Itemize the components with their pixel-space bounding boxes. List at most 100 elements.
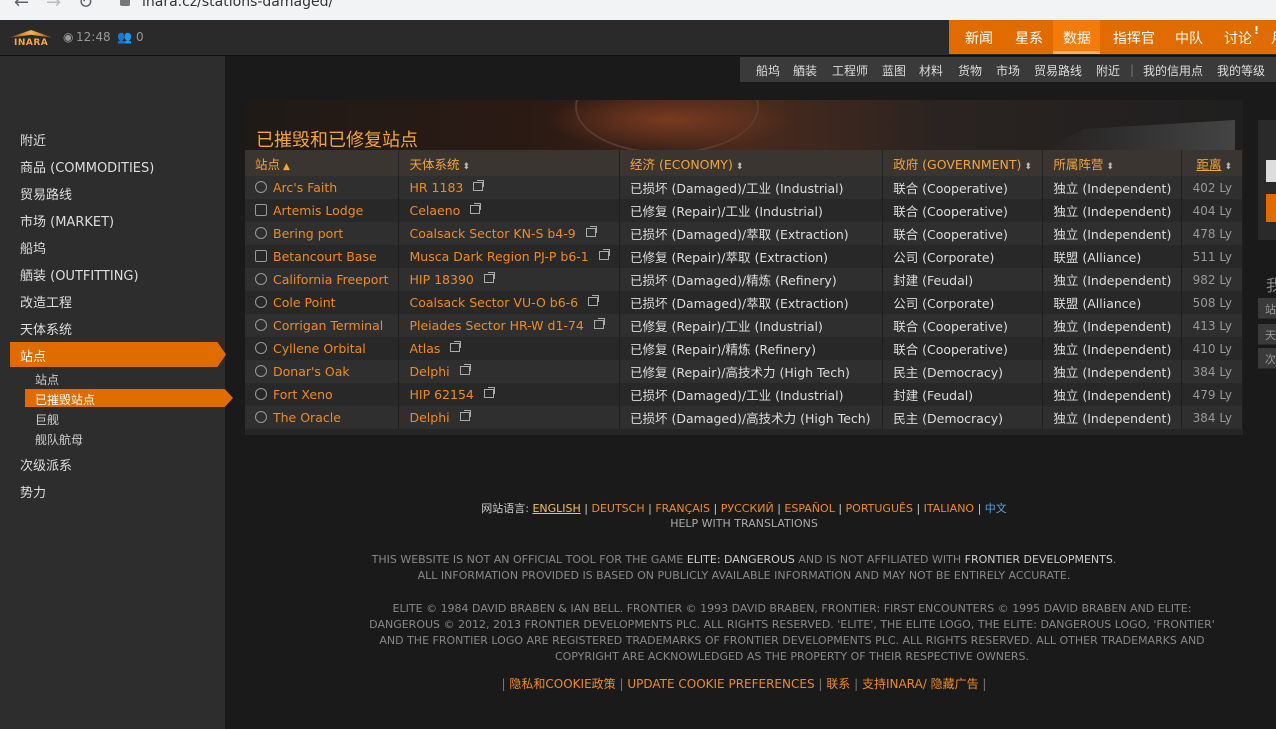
- right-search-input[interactable]: [1266, 160, 1276, 182]
- col-header-faction[interactable]: 所属阵营 ⬍: [1042, 150, 1183, 176]
- link-support[interactable]: 支持INARA/ 隐藏广告: [862, 677, 979, 691]
- lang-english[interactable]: ENGLISH: [532, 502, 580, 515]
- nav-cutoff[interactable]: 月: [1271, 28, 1276, 48]
- sidebar-item-trade-routes[interactable]: 贸易路线: [20, 184, 72, 203]
- system-link[interactable]: Coalsack Sector KN-S b4-9: [409, 226, 575, 241]
- sidebar-item-outfitting[interactable]: 舾装 (OUTFITTING): [20, 265, 139, 284]
- col-header-government[interactable]: 政府 (GOVERNMENT) ⬍: [882, 150, 1044, 176]
- external-link-icon[interactable]: [588, 295, 600, 306]
- sidebar-item-powers[interactable]: 势力: [20, 482, 46, 501]
- station-link[interactable]: Cole Point: [273, 295, 336, 310]
- cell-system[interactable]: HR 1183: [398, 176, 621, 199]
- cell-station[interactable]: Cole Point: [245, 291, 400, 314]
- station-link[interactable]: Fort Xeno: [273, 387, 333, 402]
- lang-deutsch[interactable]: DEUTSCH: [591, 502, 644, 515]
- sidebar-item-nearby[interactable]: 附近: [20, 130, 46, 149]
- station-link[interactable]: Bering port: [273, 226, 343, 241]
- subnav-blueprints[interactable]: 蓝图: [882, 62, 906, 79]
- cell-system[interactable]: Musca Dark Region PJ-P b6-1: [398, 245, 621, 268]
- external-link-icon[interactable]: [585, 226, 597, 237]
- back-icon[interactable]: ←: [14, 0, 29, 13]
- cell-system[interactable]: HIP 62154: [398, 383, 621, 406]
- cell-station[interactable]: Bering port: [245, 222, 400, 245]
- sidebar-item-stations[interactable]: 站点: [20, 346, 46, 365]
- lang-italiano[interactable]: ITALIANO: [924, 502, 974, 515]
- right-search-button[interactable]: [1266, 194, 1276, 222]
- right-small-item[interactable]: 天: [1258, 324, 1276, 345]
- external-link-icon[interactable]: [459, 364, 471, 375]
- col-header-station[interactable]: 站点 ▲: [245, 150, 400, 176]
- sidebar-item-minor-factions[interactable]: 次级派系: [20, 455, 72, 474]
- sidebar-item-systems[interactable]: 天体系统: [20, 319, 72, 338]
- system-link[interactable]: HIP 18390: [409, 272, 473, 287]
- nav-squadron[interactable]: 中队: [1175, 28, 1203, 48]
- subnav-nearby[interactable]: 附近: [1096, 62, 1120, 79]
- lang-espanol[interactable]: ESPAÑOL: [784, 502, 834, 515]
- subnav-trade-routes[interactable]: 贸易路线: [1034, 62, 1082, 79]
- sidebar-item-commodities[interactable]: 商品 (COMMODITIES): [20, 157, 154, 176]
- sidebar-item-engineering[interactable]: 改造工程: [20, 292, 72, 311]
- cell-station[interactable]: Fort Xeno: [245, 383, 400, 406]
- external-link-icon[interactable]: [483, 272, 495, 283]
- sidebar-subitem-destroyed-stations[interactable]: 已摧毁站点: [35, 391, 95, 408]
- lang-portugues[interactable]: PORTUGUÊS: [846, 502, 913, 515]
- link-contact[interactable]: 联系: [826, 677, 850, 691]
- system-link[interactable]: Delphi: [409, 410, 449, 425]
- system-link[interactable]: Atlas: [409, 341, 440, 356]
- lang-russian[interactable]: РУССКИЙ: [721, 502, 774, 515]
- nav-data[interactable]: 数据: [1063, 28, 1091, 48]
- cell-system[interactable]: Delphi: [398, 406, 621, 429]
- subnav-shipyard[interactable]: 船坞: [756, 62, 780, 79]
- link-cookie-prefs[interactable]: UPDATE COOKIE PREFERENCES: [627, 677, 814, 691]
- cell-system[interactable]: HIP 18390: [398, 268, 621, 291]
- station-link[interactable]: Artemis Lodge: [273, 203, 363, 218]
- station-link[interactable]: California Freeport: [273, 272, 388, 287]
- lang-francais[interactable]: FRANÇAIS: [655, 502, 710, 515]
- forward-icon[interactable]: →: [46, 0, 61, 13]
- external-link-icon[interactable]: [470, 203, 482, 214]
- system-link[interactable]: HR 1183: [409, 180, 463, 195]
- subnav-my-credits[interactable]: 我的信用点: [1143, 62, 1203, 79]
- cell-system[interactable]: Coalsack Sector VU-O b6-6: [398, 291, 621, 314]
- sidebar-subitem-stations[interactable]: 站点: [35, 371, 59, 388]
- sidebar-subitem-fleet-carriers[interactable]: 舰队航母: [35, 431, 83, 448]
- cell-system[interactable]: Atlas: [398, 337, 621, 360]
- station-link[interactable]: Betancourt Base: [273, 249, 377, 264]
- subnav-materials[interactable]: 材料: [919, 62, 943, 79]
- station-link[interactable]: Arc's Faith: [273, 180, 337, 195]
- right-small-item[interactable]: 站: [1258, 298, 1276, 319]
- external-link-icon[interactable]: [593, 318, 605, 329]
- cell-station[interactable]: Artemis Lodge: [245, 199, 400, 222]
- system-link[interactable]: Delphi: [409, 364, 449, 379]
- cell-station[interactable]: Betancourt Base: [245, 245, 400, 268]
- cell-station[interactable]: Donar's Oak: [245, 360, 400, 383]
- cell-station[interactable]: The Oracle: [245, 406, 400, 429]
- cell-station[interactable]: Arc's Faith: [245, 176, 400, 199]
- external-link-icon[interactable]: [598, 249, 610, 260]
- cell-system[interactable]: Delphi: [398, 360, 621, 383]
- subnav-outfitting[interactable]: 舾装: [793, 62, 817, 79]
- nav-news[interactable]: 新闻: [965, 28, 993, 48]
- station-link[interactable]: Cyllene Orbital: [273, 341, 366, 356]
- external-link-icon[interactable]: [459, 410, 471, 421]
- external-link-icon[interactable]: [483, 387, 495, 398]
- url-text[interactable]: inara.cz/stations-damaged/: [142, 0, 333, 10]
- sidebar-subitem-megaships[interactable]: 巨舰: [35, 411, 59, 428]
- col-header-system[interactable]: 天体系统 ⬍: [398, 150, 621, 176]
- external-link-icon[interactable]: [473, 180, 485, 191]
- subnav-my-ranks[interactable]: 我的等级: [1217, 62, 1265, 79]
- station-link[interactable]: Corrigan Terminal: [273, 318, 383, 333]
- system-link[interactable]: Celaeno: [409, 203, 460, 218]
- subnav-market[interactable]: 市场: [996, 62, 1020, 79]
- system-link[interactable]: Pleiades Sector HR-W d1-74: [409, 318, 583, 333]
- cell-station[interactable]: Corrigan Terminal: [245, 314, 400, 337]
- subnav-commodities[interactable]: 货物: [958, 62, 982, 79]
- right-small-item[interactable]: 次: [1258, 348, 1276, 369]
- cell-system[interactable]: Coalsack Sector KN-S b4-9: [398, 222, 621, 245]
- col-header-economy[interactable]: 经济 (ECONOMY) ⬍: [619, 150, 884, 176]
- subnav-engineers[interactable]: 工程师: [832, 62, 868, 79]
- link-privacy[interactable]: 隐私和COOKIE政策: [509, 677, 615, 691]
- system-link[interactable]: Coalsack Sector VU-O b6-6: [409, 295, 578, 310]
- lang-chinese[interactable]: 中文: [985, 502, 1007, 515]
- station-link[interactable]: Donar's Oak: [273, 364, 350, 379]
